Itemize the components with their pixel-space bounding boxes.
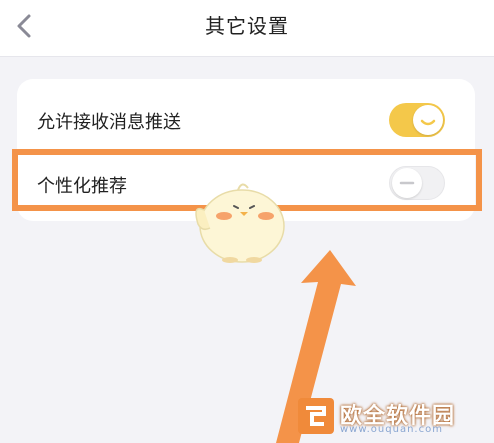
toggle-knob: [413, 105, 443, 135]
smile-icon: [420, 119, 436, 126]
settings-row-label: 允许接收消息推送: [37, 112, 181, 133]
page-title: 其它设置: [205, 14, 289, 38]
arrow-icon: [276, 250, 356, 443]
nav-header: 其它设置: [0, 0, 494, 57]
minus-icon: [399, 181, 415, 185]
settings-card: 允许接收消息推送 个性化推荐: [17, 79, 475, 221]
watermark-logo-icon: [298, 398, 334, 434]
watermark-text: 欧全软件园: [340, 404, 456, 429]
watermark: 欧全软件园 www.ouquan.com: [296, 394, 486, 440]
watermark-url: www.ouquan.com: [340, 424, 443, 435]
personalized-recommendation-toggle[interactable]: [389, 166, 445, 200]
settings-row-personalized-recommendation[interactable]: 个性化推荐: [17, 154, 475, 214]
settings-row-label: 个性化推荐: [37, 176, 127, 197]
toggle-knob: [392, 168, 422, 198]
settings-row-push-notifications[interactable]: 允许接收消息推送: [17, 90, 475, 150]
push-notifications-toggle[interactable]: [389, 103, 445, 137]
